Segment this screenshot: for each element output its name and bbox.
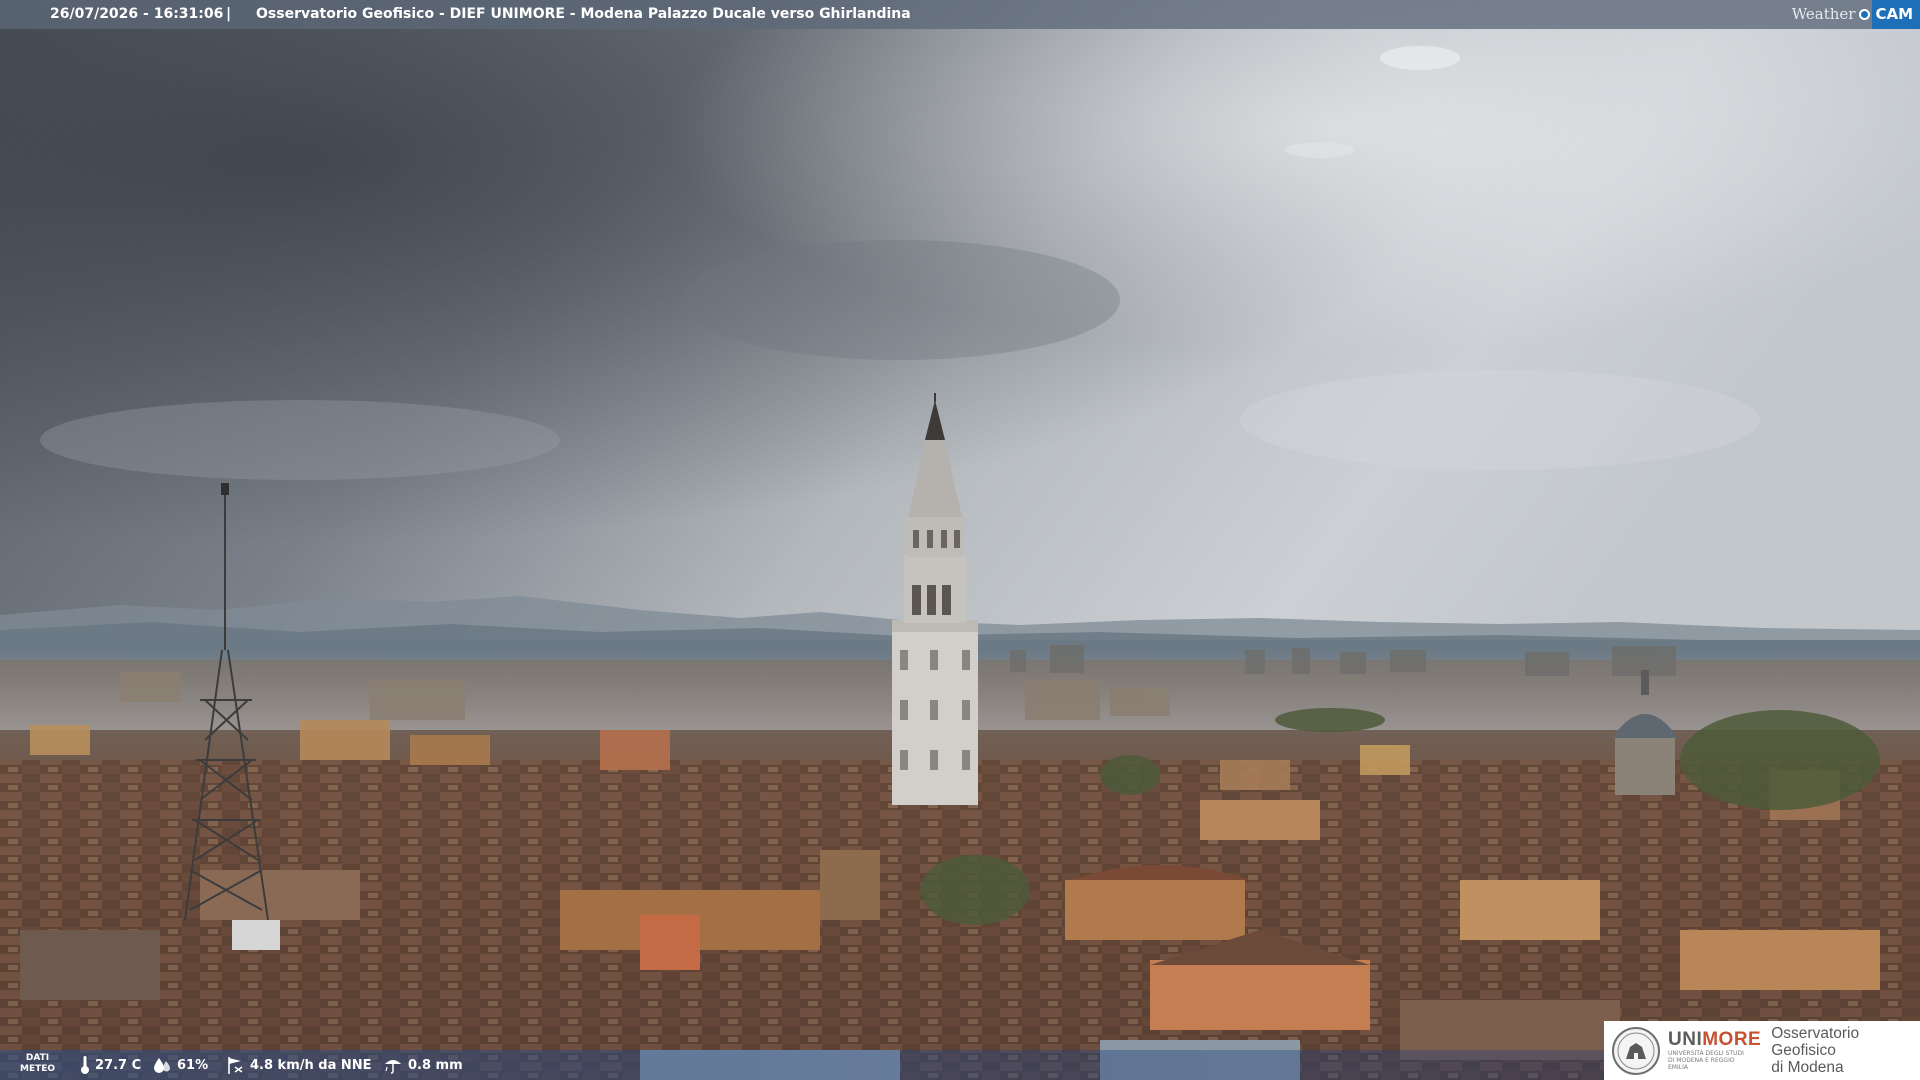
unimore-suffix: MORE [1702,1029,1762,1050]
dati-meteo-label: DATI METEO [20,1053,55,1075]
temperature-reading: 27.7 C [80,1050,141,1080]
humidity-drop-icon [154,1058,170,1073]
weathercam-logo: Weather CAM [1792,0,1920,29]
dati-meteo-line2: METEO [20,1064,56,1074]
weathercam-logo-weather: Weather [1791,5,1856,23]
weathercam-logo-dot-icon [1859,9,1871,20]
webcam-frame: 26/07/2026 - 16:31:06 | Osservatorio Geo… [0,0,1920,1080]
observatory-line2: di Modena [1771,1059,1844,1076]
temperature-value: 27.7 C [95,1057,142,1073]
observatory-line1: Osservatorio Geofisico [1771,1025,1860,1059]
station-title: Osservatorio Geofisico - DIEF UNIMORE - … [256,6,911,22]
weather-data-bar: DATI METEO 27.7 C 61% 4.8 km/h da NNE 0.… [0,1050,1604,1080]
humidity-reading: 61% [152,1050,208,1080]
timestamp: 26/07/2026 - 16:31:06 [50,6,224,22]
rain-value: 0.8 mm [408,1057,463,1073]
observatory-name: Osservatorio Geofisico di Modena [1771,1025,1920,1076]
humidity-value: 61% [177,1057,209,1073]
unimore-wordmark: UNIMORE UNIVERSITÀ DEGLI STUDI DI MODENA… [1668,1029,1762,1072]
dati-meteo-line1: DATI [25,1053,50,1063]
university-seal-icon [1612,1026,1660,1075]
weathercam-logo-cam: CAM [1872,0,1920,29]
header-separator: | [226,6,232,22]
thermometer-icon [81,1056,89,1074]
header-bar: 26/07/2026 - 16:31:06 | Osservatorio Geo… [0,0,1920,29]
institution-logo: UNIMORE UNIVERSITÀ DEGLI STUDI DI MODENA… [1604,1021,1920,1080]
rain-gauge-icon [385,1060,401,1074]
wind-icon [228,1057,243,1074]
unimore-prefix: UNI [1668,1029,1703,1050]
wind-reading: 4.8 km/h da NNE [225,1050,372,1080]
wind-value: 4.8 km/h da NNE [250,1057,372,1073]
webcam-image [0,0,1920,1080]
rain-reading: 0.8 mm [383,1050,463,1080]
unimore-subtitle: UNIVERSITÀ DEGLI STUDI DI MODENA E REGGI… [1668,1050,1744,1071]
